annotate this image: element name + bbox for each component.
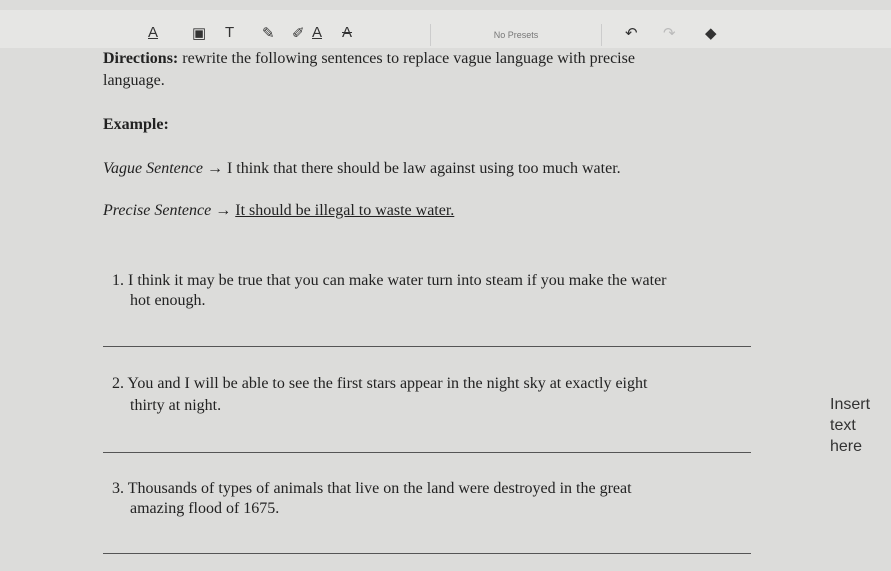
eraser-icon[interactable]: ◆ <box>705 24 717 42</box>
redo-icon[interactable]: ↷ <box>663 24 676 42</box>
precise-example: Precise Sentence → It should be illegal … <box>103 202 455 219</box>
font-color-icon[interactable]: A <box>312 24 322 41</box>
example-heading: Example: <box>103 116 169 133</box>
directions: Directions: rewrite the following senten… <box>103 50 635 67</box>
insert-text-box[interactable]: Insert text here <box>830 394 870 457</box>
strikethrough-icon[interactable]: A <box>342 24 352 41</box>
highlighter-icon[interactable]: ✐ <box>292 24 305 42</box>
answer-line-2[interactable] <box>103 452 751 453</box>
answer-line-1[interactable] <box>103 346 751 347</box>
directions-cont: language. <box>103 72 165 89</box>
answer-line-3[interactable] <box>103 553 751 554</box>
item-3-cont: amazing flood of 1675. <box>130 500 280 517</box>
text-underline-icon[interactable]: A <box>148 24 158 41</box>
item-1: 1. I think it may be true that you can m… <box>112 272 667 289</box>
item-1-cont: hot enough. <box>130 292 206 309</box>
text-icon[interactable]: T <box>225 24 234 41</box>
pen-icon[interactable]: ✎ <box>262 24 275 42</box>
item-2: 2. You and I will be able to see the fir… <box>112 375 648 392</box>
undo-icon[interactable]: ↶ <box>625 24 638 42</box>
presets-dropdown[interactable]: No Presets <box>430 24 602 46</box>
item-3: 3. Thousands of types of animals that li… <box>112 480 632 497</box>
item-2-cont: thirty at night. <box>130 397 222 414</box>
text-box-icon[interactable]: ▣ <box>192 24 206 42</box>
vague-example: Vague Sentence → I think that there shou… <box>103 160 621 177</box>
annotation-toolbar: A ▣ T ✎ ✐ A A No Presets ↶ ↷ ◆ <box>0 10 891 48</box>
